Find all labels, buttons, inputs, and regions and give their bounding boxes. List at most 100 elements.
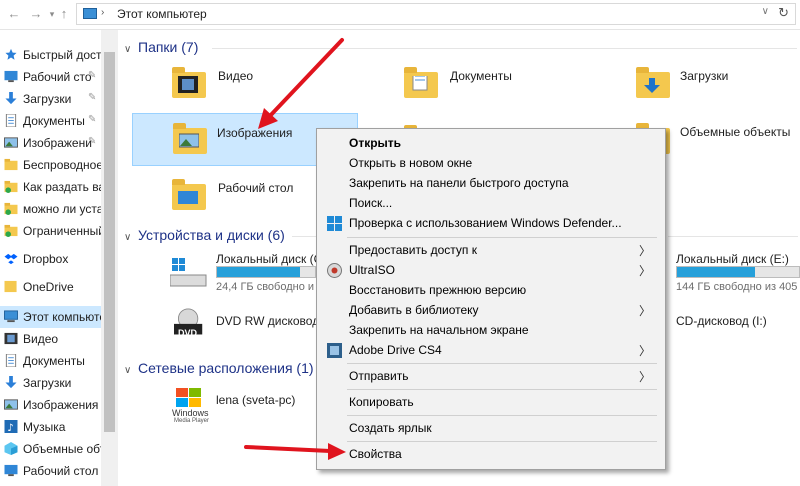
address-field[interactable]: › Этот компьютер ∨ ↻: [76, 3, 796, 25]
drive-usage-bar: [216, 266, 316, 278]
3d-objects-icon: [4, 442, 18, 455]
sidebar-item-label: Быстрый доступ: [23, 48, 101, 62]
collapse-chevron-icon[interactable]: ∨: [124, 365, 136, 376]
sidebar-item-folder-install[interactable]: можно ли устан: [0, 198, 101, 220]
sidebar-item-onedrive[interactable]: OneDrive: [0, 276, 101, 298]
menu-item-open[interactable]: Открыть: [319, 133, 663, 154]
sidebar-item-documents[interactable]: Документы ✎: [0, 110, 101, 132]
group-heading-folders[interactable]: ∨ Папки (7): [124, 39, 198, 55]
sidebar-item-3d-objects[interactable]: Объемные объ: [0, 438, 101, 460]
downloads-folder-icon: [636, 67, 670, 98]
up-arrow-icon[interactable]: ↑: [56, 5, 72, 23]
svg-text:♪: ♪: [7, 423, 14, 433]
collapse-chevron-icon[interactable]: ∨: [124, 232, 136, 243]
sidebar-item-video[interactable]: Видео: [0, 328, 101, 350]
menu-item-label: Закрепить на начальном экране: [349, 323, 529, 337]
forward-arrow-icon[interactable]: →: [28, 5, 44, 23]
group-heading-devices[interactable]: ∨ Устройства и диски (6): [124, 227, 285, 243]
menu-item-pin-quick-access[interactable]: Закрепить на панели быстрого доступа: [319, 173, 663, 194]
scrollbar-thumb[interactable]: [104, 52, 115, 432]
sidebar-item-images-2[interactable]: Изображения: [0, 394, 101, 416]
folder-item-desktop[interactable]: Рабочий стол: [134, 172, 314, 222]
sidebar-item-label: Загрузки: [23, 92, 72, 106]
menu-item-create-shortcut[interactable]: Создать ярлык: [319, 418, 663, 439]
sidebar-item-dropbox[interactable]: Dropbox: [0, 248, 101, 270]
sidebar-item-documents-2[interactable]: Документы: [0, 350, 101, 372]
refresh-icon[interactable]: ↻: [778, 5, 789, 21]
drive-item-c[interactable]: Локальный диск (C: 24,4 ГБ свободно и: [134, 250, 326, 300]
sidebar-item-downloads-2[interactable]: Загрузки: [0, 372, 101, 394]
sidebar-item-this-pc[interactable]: Этот компьютер: [0, 306, 101, 328]
menu-item-share[interactable]: Предоставить доступ к 〉: [319, 240, 663, 261]
folder-item-video[interactable]: Видео: [134, 60, 354, 110]
menu-item-label: Создать ярлык: [349, 421, 432, 435]
sidebar-item-folder-wifi[interactable]: Как раздать вай: [0, 176, 101, 198]
folder-item-downloads[interactable]: Загрузки: [596, 60, 796, 110]
menu-item-properties[interactable]: Свойства: [319, 444, 663, 465]
menu-separator: [347, 415, 657, 416]
menu-item-label: Копировать: [349, 395, 414, 409]
onedrive-icon: [4, 280, 17, 293]
sidebar-item-label: можно ли устан: [23, 202, 101, 216]
pin-icon[interactable]: ✎: [88, 92, 96, 103]
group-heading-label: Папки (7): [138, 39, 199, 55]
menu-item-label: UltraISO: [349, 263, 396, 277]
drive-item-dvd[interactable]: DVD DVD RW дисковод (F: [134, 304, 334, 354]
address-dropdown-icon[interactable]: ∨: [762, 6, 769, 17]
sidebar-item-label: Этот компьютер: [23, 310, 101, 324]
menu-item-defender[interactable]: Проверка с использованием Windows Defend…: [319, 213, 663, 234]
sidebar-item-quick-access[interactable]: Быстрый доступ: [0, 44, 101, 66]
pin-icon[interactable]: ✎: [88, 136, 96, 147]
item-label: Объемные объекты: [680, 125, 791, 139]
context-menu: Открыть Открыть в новом окне Закрепить н…: [316, 128, 666, 470]
submenu-arrow-icon: 〉: [638, 304, 651, 318]
sidebar-item-desktop[interactable]: Рабочий сто ✎: [0, 66, 101, 88]
menu-item-send-to[interactable]: Отправить 〉: [319, 366, 663, 387]
sidebar-item-downloads[interactable]: Загрузки ✎: [0, 88, 101, 110]
sidebar-item-images[interactable]: Изображени ✎: [0, 132, 101, 154]
pin-icon[interactable]: ✎: [88, 70, 96, 81]
breadcrumb-chevron-icon[interactable]: ›: [101, 7, 104, 18]
sidebar-item-folder-limited[interactable]: Ограниченный: [0, 220, 101, 242]
menu-item-label: Открыть в новом окне: [349, 156, 473, 170]
download-icon: [5, 92, 17, 105]
collapse-chevron-icon[interactable]: ∨: [124, 44, 136, 55]
folder-item-documents[interactable]: Документы: [366, 60, 586, 110]
address-bar-area: ← → ▾ ↑ › Этот компьютер ∨ ↻: [0, 0, 800, 30]
sidebar-item-folder-wireless[interactable]: Беспроводное: [0, 154, 101, 176]
back-arrow-icon[interactable]: ←: [6, 5, 22, 23]
sidebar-item-label: Видео: [23, 332, 59, 346]
menu-item-copy[interactable]: Копировать: [319, 392, 663, 413]
sidebar-item-music[interactable]: ♪ Музыка: [0, 416, 101, 438]
menu-item-ultraiso[interactable]: UltraISO 〉: [319, 260, 663, 281]
menu-item-search[interactable]: Поиск...: [319, 193, 663, 214]
sidebar-item-desktop-2[interactable]: Рабочий стол: [0, 460, 101, 482]
menu-item-open-new-window[interactable]: Открыть в новом окне: [319, 153, 663, 174]
wmp-logo-text: Windows: [172, 408, 209, 418]
download-icon: [5, 376, 17, 389]
menu-separator: [347, 389, 657, 390]
menu-item-label: Adobe Drive CS4: [349, 343, 442, 357]
group-heading-label: Устройства и диски (6): [138, 227, 285, 243]
pin-icon[interactable]: ✎: [88, 114, 96, 125]
group-heading-network[interactable]: ∨ Сетевые расположения (1): [124, 360, 314, 376]
sidebar-scrollbar[interactable]: [101, 30, 118, 486]
menu-item-add-to-library[interactable]: Добавить в библиотеку 〉: [319, 300, 663, 321]
menu-item-adobe-drive[interactable]: Adobe Drive CS4 〉: [319, 340, 663, 361]
adobe-drive-icon: [327, 343, 342, 358]
divider: [668, 236, 798, 237]
documents-icon: [5, 354, 17, 367]
menu-item-label: Свойства: [349, 447, 402, 461]
item-label: Рабочий стол: [218, 181, 294, 195]
documents-folder-icon: [404, 67, 438, 98]
menu-item-label: Проверка с использованием Windows Defend…: [349, 216, 622, 230]
network-item-lena[interactable]: Windows Media Player lena (sveta-pc): [134, 384, 316, 434]
sidebar-item-label: Изображени: [23, 136, 92, 150]
menu-item-restore[interactable]: Восстановить прежнюю версию: [319, 280, 663, 301]
ultraiso-icon: [327, 263, 342, 278]
divider: [212, 48, 797, 49]
item-label: CD-дисковод (I:): [676, 314, 767, 328]
menu-item-pin-start[interactable]: Закрепить на начальном экране: [319, 320, 663, 341]
video-icon: [4, 332, 18, 345]
windows-defender-icon: [327, 216, 342, 231]
